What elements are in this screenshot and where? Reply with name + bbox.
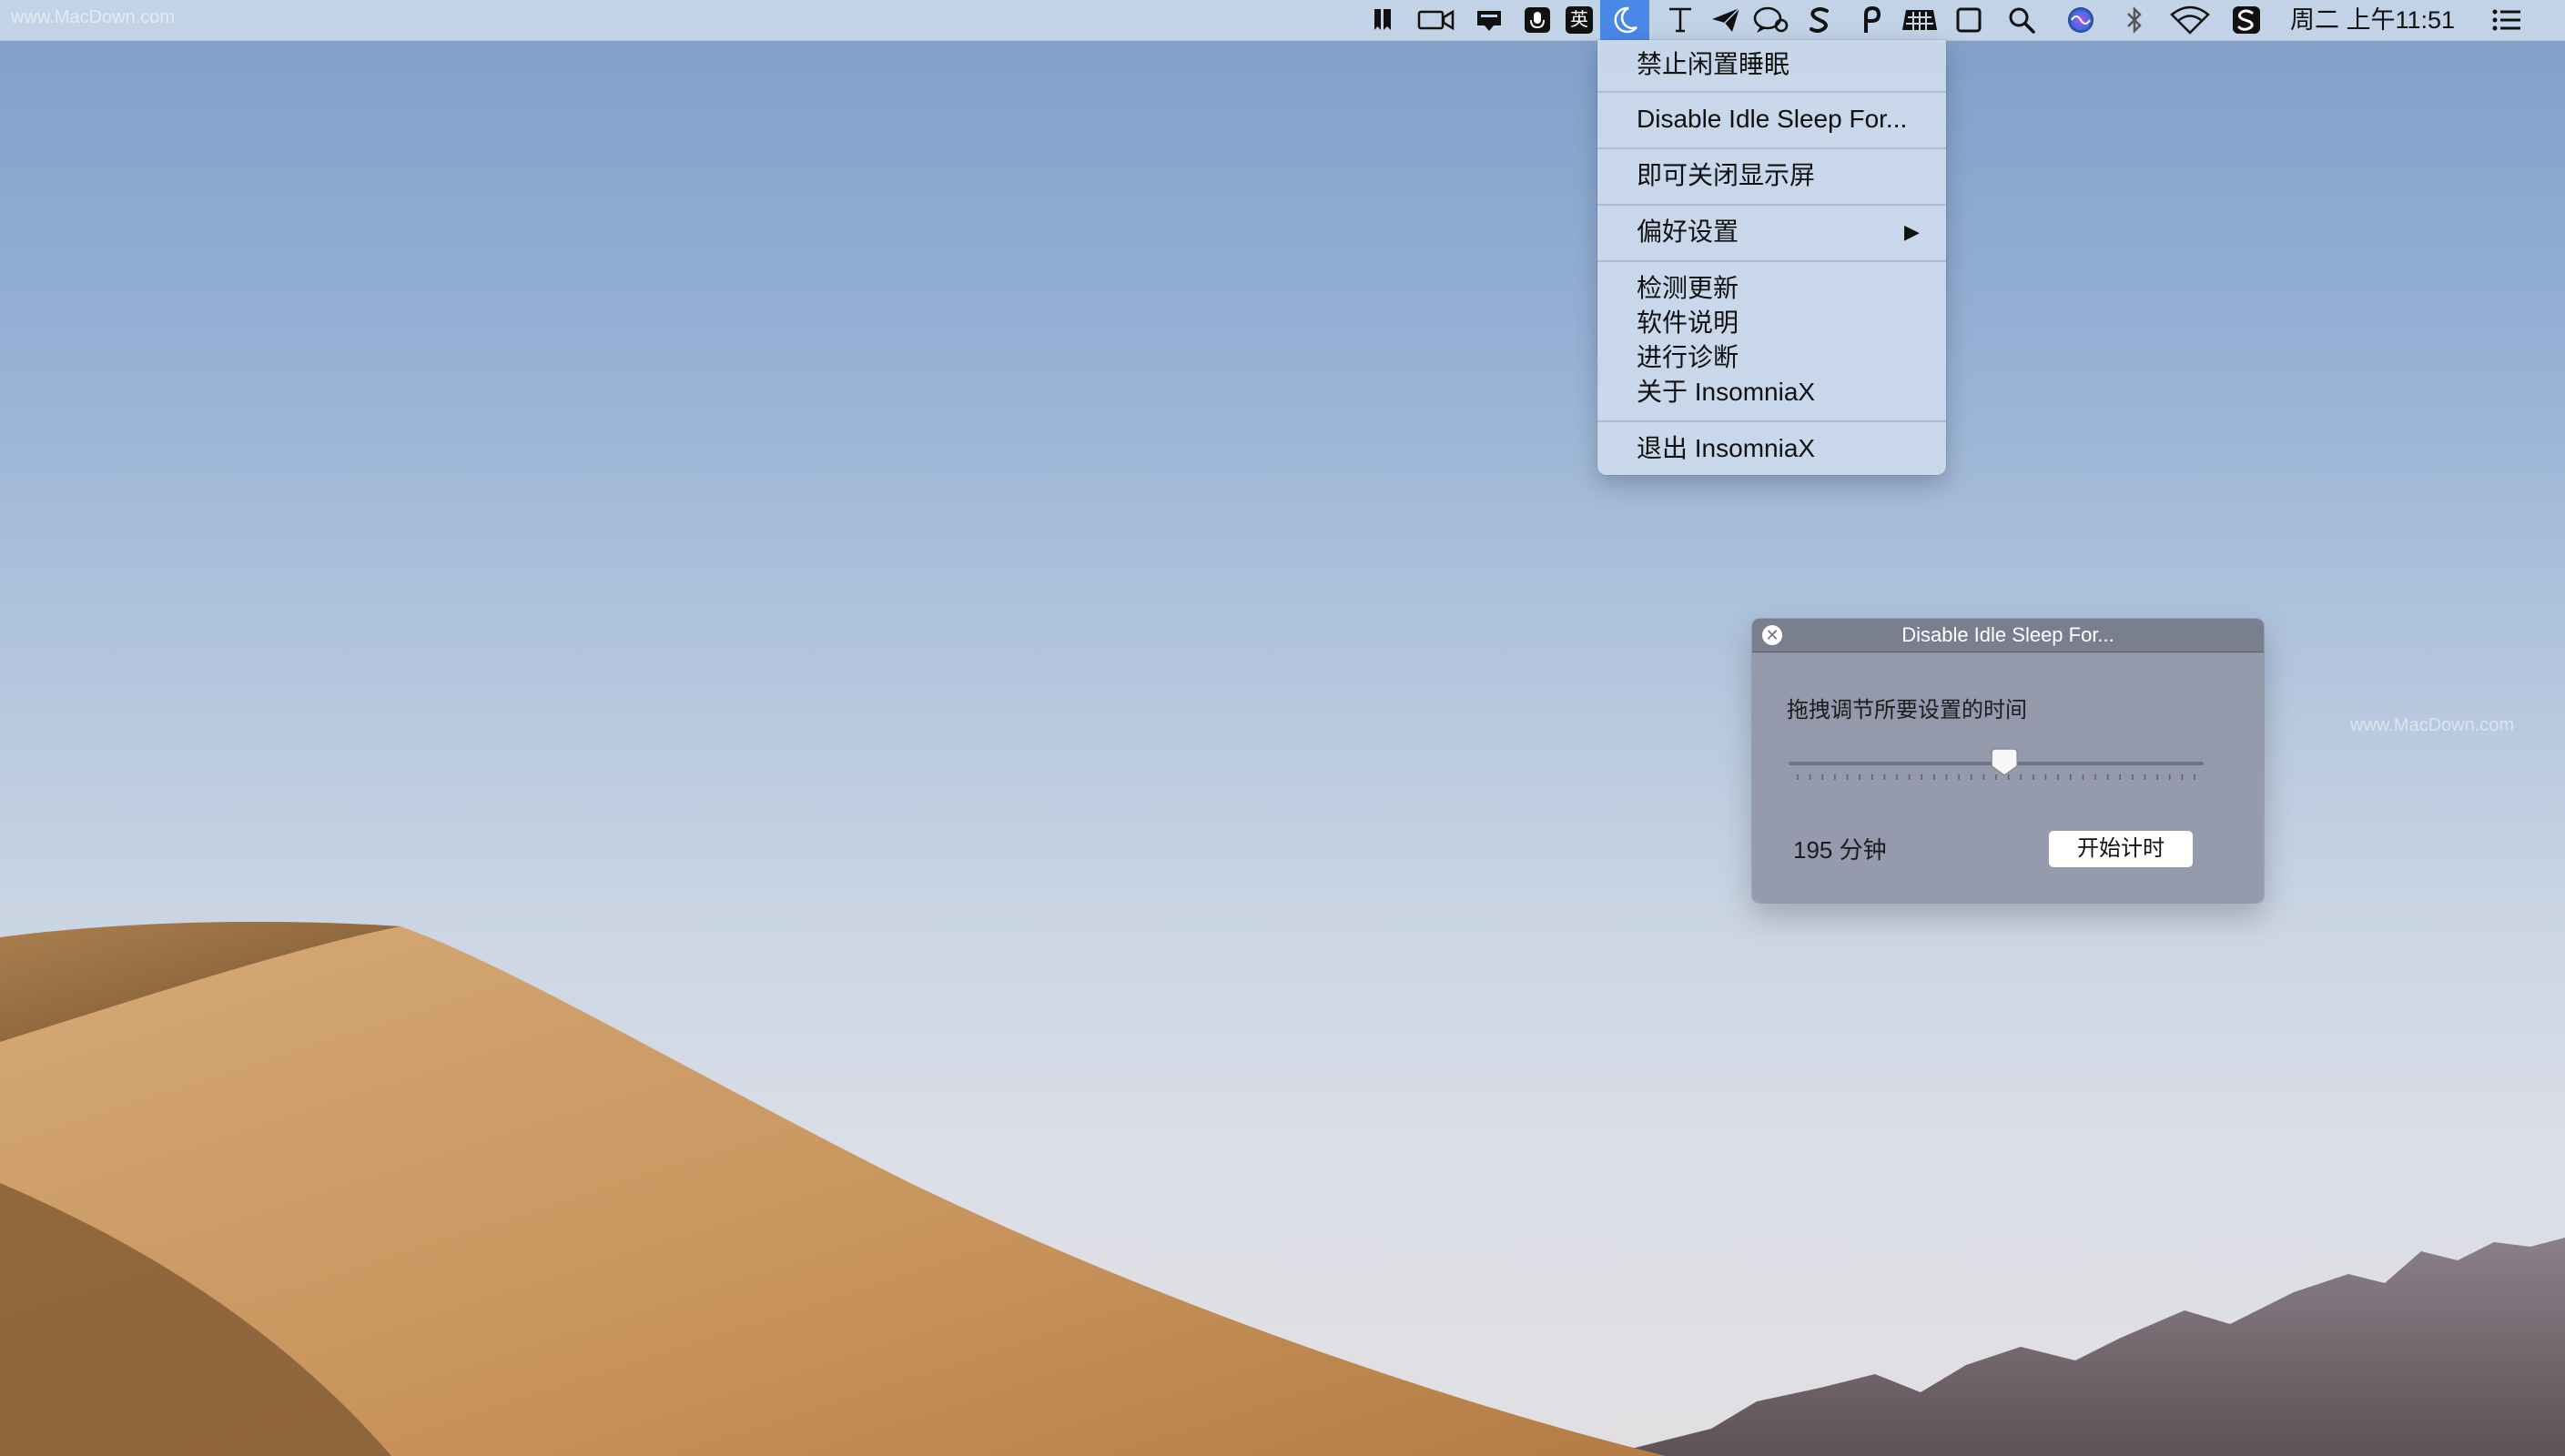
notification-center-icon[interactable]	[2489, 0, 2525, 40]
menu-item-check-updates[interactable]: 检测更新	[1597, 271, 1946, 306]
menu-item-quit[interactable]: 退出 InsomniaX	[1597, 431, 1946, 466]
menu-item-about[interactable]: 关于 InsomniaX	[1597, 375, 1946, 410]
watermark-text: www.MacDown.com	[11, 7, 176, 27]
menu-item-help[interactable]: 软件说明	[1597, 306, 1946, 340]
sogou-input-icon[interactable]	[2230, 0, 2263, 40]
menu-separator	[1597, 91, 1946, 93]
text-tool-icon[interactable]	[1664, 0, 1697, 40]
send-icon[interactable]	[1709, 0, 1742, 40]
slider-ticks	[1797, 774, 2195, 780]
panel-titlebar[interactable]: Disable Idle Sleep For... ✕	[1752, 619, 2264, 652]
notification-tray-icon[interactable]	[1473, 0, 1506, 40]
menu-separator	[1597, 147, 1946, 149]
menu-separator	[1597, 204, 1946, 206]
menu-item-preferences-label: 偏好设置	[1637, 217, 1739, 246]
menu-bar: www.MacDown.com 英 周二 上午11:51	[0, 0, 2565, 41]
siri-icon[interactable]	[2064, 0, 2097, 40]
keyboard-icon[interactable]	[1899, 0, 1941, 40]
input-method-label: 英	[1566, 6, 1593, 34]
submenu-arrow-icon: ▶	[1904, 220, 1920, 243]
bookmark-icon[interactable]	[1369, 0, 1396, 40]
spotlight-search-icon[interactable]	[2006, 0, 2037, 40]
insomniax-moon-icon	[1600, 0, 1649, 40]
close-icon[interactable]: ✕	[1762, 625, 1782, 645]
panel-instruction: 拖拽调节所要设置的时间	[1787, 698, 2027, 723]
menu-item-diagnostics[interactable]: 进行诊断	[1597, 340, 1946, 375]
disable-idle-sleep-panel: Disable Idle Sleep For... ✕ 拖拽调节所要设置的时间 …	[1752, 619, 2264, 903]
input-method-icon[interactable]: 英	[1564, 0, 1595, 40]
duration-value: 195 分钟	[1793, 836, 1887, 864]
menu-item-disable-idle-sleep-for[interactable]: Disable Idle Sleep For...	[1597, 102, 1946, 136]
duration-slider[interactable]	[1787, 746, 2205, 783]
menu-separator	[1597, 420, 1946, 422]
menu-bar-clock[interactable]: 周二 上午11:51	[2290, 0, 2455, 40]
s-app-icon[interactable]	[1804, 0, 1835, 40]
menu-item-preferences[interactable]: 偏好设置 ▶	[1597, 215, 1946, 249]
video-camera-icon[interactable]	[1415, 0, 1457, 40]
start-timer-button[interactable]: 开始计时	[2048, 830, 2194, 868]
desktop: www.MacDown.com 英 周二 上午11:51 禁止闲置睡眠 Disa…	[0, 0, 2565, 1456]
menu-item-turn-off-display[interactable]: 即可关闭显示屏	[1597, 158, 1946, 193]
screenshot-icon[interactable]	[1953, 0, 1984, 40]
bluetooth-icon[interactable]	[2121, 0, 2148, 40]
insomniax-status-menu: 禁止闲置睡眠 Disable Idle Sleep For... 即可关闭显示屏…	[1597, 40, 1946, 475]
p-app-icon[interactable]	[1857, 0, 1884, 40]
menu-item-disable-idle-sleep[interactable]: 禁止闲置睡眠	[1597, 47, 1946, 82]
slider-thumb[interactable]	[1991, 748, 2018, 776]
microphone-icon[interactable]	[1522, 0, 1553, 40]
insomniax-status-item[interactable]	[1600, 0, 1649, 40]
desktop-watermark-text: www.MacDown.com	[2350, 715, 2515, 735]
panel-title: Disable Idle Sleep For...	[1901, 623, 2114, 646]
wifi-icon[interactable]	[2168, 0, 2212, 40]
chat-icon[interactable]	[1749, 0, 1791, 40]
menu-separator	[1597, 260, 1946, 262]
